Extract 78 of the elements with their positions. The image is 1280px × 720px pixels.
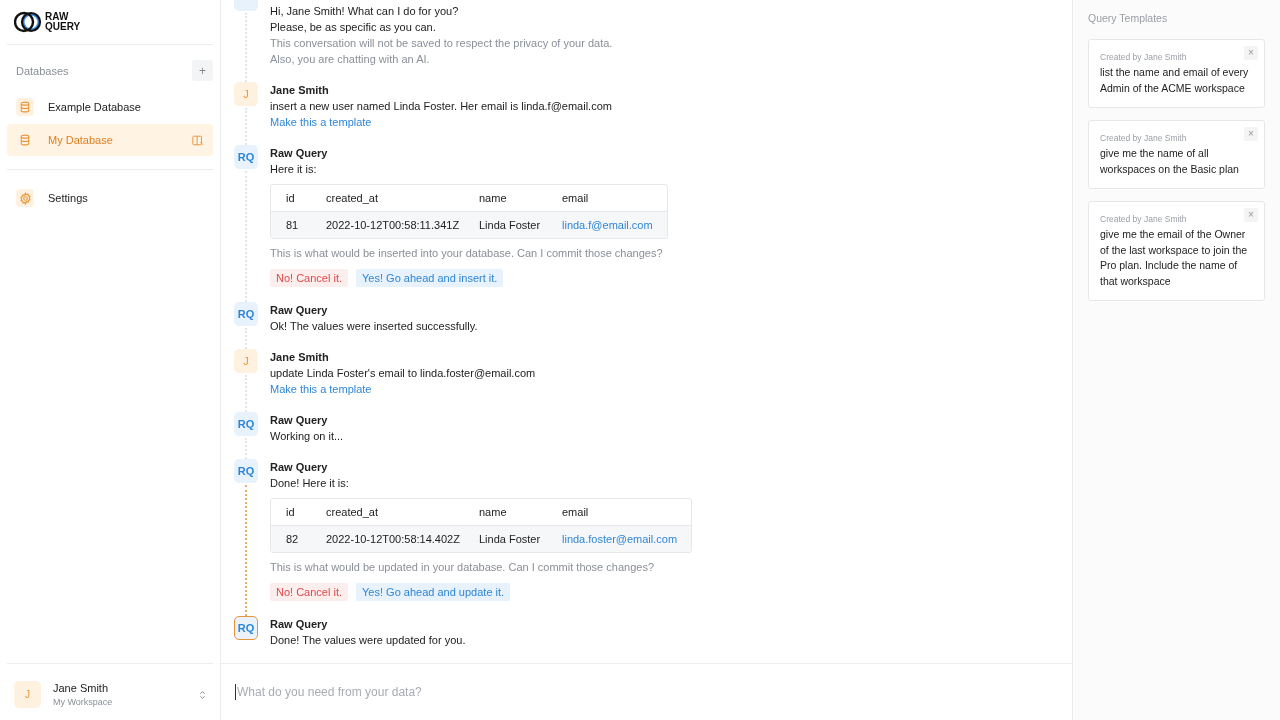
user-avatar: J [14,681,41,708]
template-text: list the name and email of every Admin of the ACME workspace [1100,65,1250,96]
panel-icon[interactable] [192,134,204,146]
database-icon [16,98,34,116]
message-text: Hi, Jane Smith! What can I do for you? [270,4,460,19]
close-button[interactable]: × [1244,46,1258,60]
table-cell-text: 82 [286,532,300,547]
close-button[interactable]: × [1244,127,1258,141]
column-header: name [479,191,508,206]
user-avatar: J [234,82,258,106]
message-note: Also, you are chatting with an AI. [270,52,431,67]
column-header: id [286,505,296,520]
author-name: Raw Query [270,617,329,632]
bot-avatar: RQ [234,145,258,169]
message-text: Ok! The values were inserted successfully. [270,319,478,334]
bot-avatar: RQ [234,616,258,640]
logo-text: RAW [45,12,70,22]
column-header: created_at [326,191,379,206]
column-header: email [562,191,590,206]
column-header: email [562,505,590,520]
table-cell-text: Linda Foster [479,218,542,233]
template-link[interactable]: Make this a template [270,383,372,395]
template-text: give me the name of all workspaces on the Basic plan [1100,146,1240,177]
add-button[interactable]: + [192,60,213,81]
author-name: Raw Query [270,303,329,318]
template-author: Created by Jane Smith [1100,133,1187,143]
author-name: Jane Smith [270,350,330,365]
database-item[interactable]: My Database [7,124,213,156]
settings-icon [16,189,34,207]
message-note: This is what would be updated in your database. Can I commit those changes? [270,560,655,575]
settings-item[interactable]: Settings [7,182,213,214]
bot-avatar: RQ [234,412,258,436]
message-input[interactable]: What do you need from your data? [235,684,1058,700]
message-note: This conversation will not be saved to respect the privacy of your data. [270,36,613,51]
workspace-name: My Workspace [53,697,114,707]
template-author: Created by Jane Smith [1100,214,1187,224]
template-link[interactable]: Make this a template [270,116,372,128]
email-link[interactable]: linda.foster@email.com [562,531,678,547]
table-cell-text: 2022-10-12T00:58:14.402Z [326,532,461,547]
author-name: Raw Query [270,460,329,475]
column-header: created_at [326,505,379,520]
table-cell-text: 81 [286,218,300,233]
bot-avatar: RQ [234,302,258,326]
message-text: Please, be as specific as you can. [270,20,437,35]
template-text: give me the email of the Owner of the last workspace to join the Pro plan. Include the name of that workspace [1100,227,1249,289]
author-name: Raw Query [270,146,329,161]
section-title: Databases [16,64,69,77]
confirm-button[interactable]: Yes! Go ahead and insert it. [356,269,504,287]
logo-text: QUERY [45,22,81,32]
table-cell-text: 2022-10-12T00:58:11.341Z [326,218,461,233]
author-name: Jane Smith [270,83,330,98]
chevron-icon[interactable] [199,689,206,700]
column-header: name [479,505,508,520]
template-card[interactable]: Created by Jane Smith give me the email of the Owner of the last workspace to join the Pro plan. Include the name of that workspace × [1088,201,1265,301]
template-card[interactable]: Created by Jane Smith list the name and email of every Admin of the ACME workspace × [1088,39,1265,108]
author-name: Raw Query [270,413,329,428]
message-text: update Linda Foster's email to linda.foster@email.com [270,366,536,381]
template-card[interactable]: Created by Jane Smith give me the name of all workspaces on the Basic plan × [1088,120,1265,189]
user-name: Jane Smith [53,682,110,694]
message-text: Working on it... [270,429,344,444]
logo-icon [14,11,42,33]
message-text: Here it is: [270,162,318,177]
cancel-button[interactable]: No! Cancel it. [270,269,349,287]
column-header: id [286,191,296,206]
message-text: insert a new user named Linda Foster. Her email is linda.f@email.com [270,99,612,114]
template-author: Created by Jane Smith [1100,52,1187,62]
email-link[interactable]: linda.f@email.com [562,217,653,233]
bot-avatar: RQ [234,459,258,483]
panel-title: Query Templates [1088,12,1169,24]
close-button[interactable]: × [1244,208,1258,222]
table-cell-text: Linda Foster [479,532,542,547]
message-text: Done! Here it is: [270,476,350,491]
message-note: This is what would be inserted into your database. Can I commit those changes? [270,246,664,261]
confirm-button[interactable]: Yes! Go ahead and update it. [356,583,511,601]
cancel-button[interactable]: No! Cancel it. [270,583,349,601]
database-item[interactable]: Example Database [7,91,213,123]
message-text: Done! The values were updated for you. [270,633,466,648]
user-avatar: J [234,349,258,373]
